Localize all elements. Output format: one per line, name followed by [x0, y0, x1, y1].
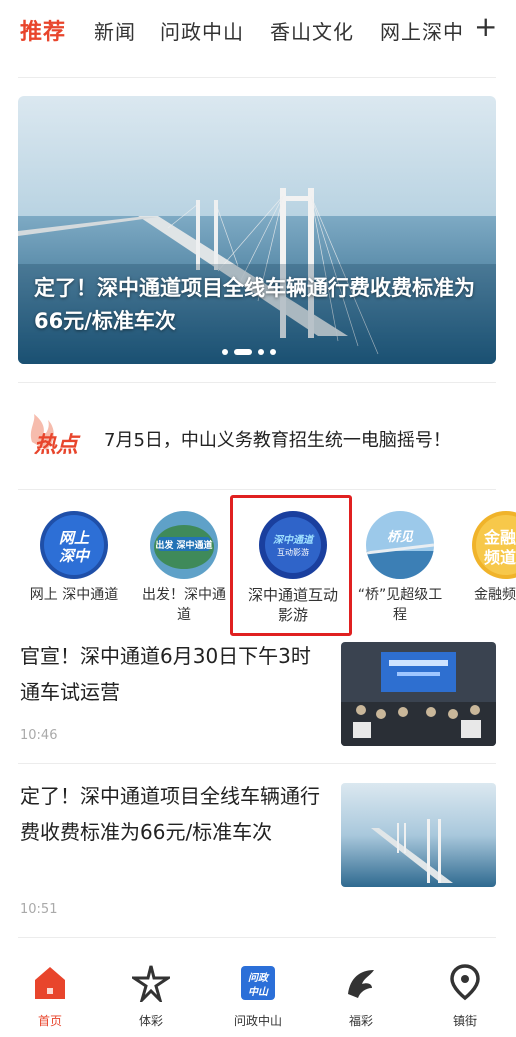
news-time: 10:46	[20, 728, 58, 743]
channel-tabs: 推荐 新闻 问政中山 香山文化 网上深中 +	[0, 0, 516, 66]
carousel-dot	[222, 349, 228, 355]
depart-shenzhong-icon: 出发 深中通道	[150, 511, 218, 579]
location-pin-icon	[446, 964, 484, 1002]
wenzheng-icon: 问政 中山	[239, 964, 277, 1002]
feature-label: 出发！深中通道	[142, 587, 226, 623]
feature-bridge-project[interactable]: 桥见 “桥”见超级工程	[352, 507, 448, 631]
divider	[18, 77, 496, 78]
svg-text:中山: 中山	[248, 986, 269, 998]
hot-headline[interactable]: 7月5日，中山义务教育招生统一电脑摇号！	[104, 426, 451, 452]
news-thumbnail[interactable]	[341, 783, 496, 887]
svg-text:桥见: 桥见	[387, 529, 414, 545]
carousel-dot	[270, 349, 276, 355]
add-tab-button[interactable]: +	[474, 12, 497, 42]
nav-label: 问政中山	[233, 1014, 282, 1028]
feature-depart-shenzhong[interactable]: 出发 深中通道 出发！深中通道	[136, 507, 232, 631]
tab-recommend[interactable]: 推荐	[20, 14, 66, 46]
svg-text:出发 深中通道: 出发 深中通道	[155, 539, 212, 551]
nav-label: 镇街	[452, 1014, 477, 1028]
carousel-dot	[258, 349, 264, 355]
bottom-navigation: 首页 体彩 问政 中山 问政中山 福彩 镇街	[0, 950, 516, 1037]
finance-channel-icon: 金融 频道	[472, 511, 516, 579]
nav-label: 首页	[37, 1014, 62, 1028]
feature-label: 金融频	[474, 587, 516, 603]
bridge-project-icon: 桥见	[366, 511, 434, 579]
feature-label: “桥”见超级工程	[357, 587, 443, 623]
hot-topic-logo: 热点	[22, 412, 88, 460]
nav-label: 体彩	[138, 1014, 163, 1028]
news-thumbnail[interactable]	[341, 642, 496, 746]
online-shenzhong-icon: 网上 深中	[40, 511, 108, 579]
nav-welfare-lottery[interactable]: 福彩	[316, 958, 406, 1028]
home-icon	[31, 964, 69, 1002]
tab-online-shenzhong[interactable]: 网上深中	[380, 16, 464, 45]
feature-online-shenzhong[interactable]: 网上 深中 网上 深中通道	[26, 507, 122, 631]
welfare-lottery-icon	[342, 964, 380, 1002]
nav-sports-lottery[interactable]: 体彩	[106, 958, 196, 1028]
divider	[18, 937, 496, 938]
divider	[18, 489, 496, 490]
svg-text:金融: 金融	[483, 528, 516, 547]
highlight-box	[230, 495, 352, 636]
feature-label: 网上 深中通道	[29, 587, 119, 603]
sports-lottery-icon	[129, 964, 173, 1006]
tab-news[interactable]: 新闻	[94, 16, 136, 45]
feature-finance-channel[interactable]: 金融 频道 金融频	[458, 507, 516, 631]
nav-label: 福彩	[348, 1014, 373, 1028]
nav-wenzheng[interactable]: 问政 中山 问政中山	[213, 958, 303, 1028]
carousel-dot-active	[234, 349, 252, 355]
news-title[interactable]: 定了！深中通道项目全线车辆通行费收费标准为66元/标准车次	[20, 778, 320, 850]
nav-towns[interactable]: 镇街	[420, 958, 510, 1028]
tab-xiangshan-culture[interactable]: 香山文化	[270, 16, 354, 45]
divider	[18, 382, 496, 383]
tab-wenzheng[interactable]: 问政中山	[160, 16, 244, 45]
banner-headline[interactable]: 定了！深中通道项目全线车辆通行费收费标准为 66元/标准车次	[34, 272, 484, 338]
divider	[18, 763, 496, 764]
nav-home[interactable]: 首页	[5, 958, 95, 1028]
svg-text:网上: 网上	[59, 529, 90, 547]
banner-carousel[interactable]: 定了！深中通道项目全线车辆通行费收费标准为 66元/标准车次	[18, 96, 496, 364]
svg-text:频道: 频道	[484, 548, 516, 567]
news-time: 10:51	[20, 902, 58, 917]
news-title[interactable]: 官宣！深中通道6月30日下午3时通车试运营	[20, 638, 320, 710]
hot-badge-text: 热点	[33, 433, 81, 458]
svg-text:问政: 问政	[248, 972, 270, 984]
svg-text:深中: 深中	[59, 547, 91, 565]
